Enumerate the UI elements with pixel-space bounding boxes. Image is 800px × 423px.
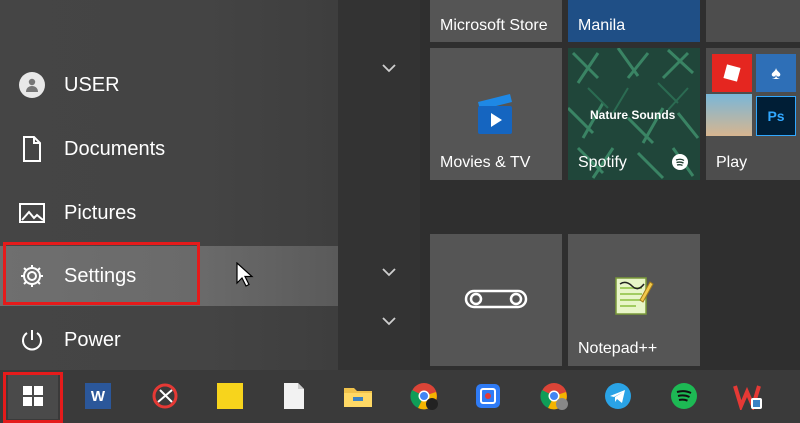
spotify-tile[interactable]: Nature Sounds Spotify	[568, 48, 700, 180]
mouse-cursor-icon	[236, 262, 254, 287]
photoshop-icon: Ps	[756, 96, 796, 136]
chrome-profile-taskbar-button[interactable]	[534, 376, 574, 416]
chrome-profile-icon	[540, 383, 568, 410]
blank-document-taskbar-button[interactable]	[274, 376, 314, 416]
snipping-tool-icon	[152, 383, 178, 409]
movies-tv-icon	[478, 94, 512, 134]
photoshop-label: Ps	[767, 108, 785, 124]
chevron-down-icon[interactable]	[382, 264, 396, 280]
movies-tv-label: Movies & TV	[440, 154, 531, 171]
unknown-app-tile[interactable]	[430, 234, 562, 366]
spotify-taskbar-button[interactable]	[664, 376, 704, 416]
start-pictures-label: Pictures	[64, 201, 137, 224]
user-avatar-icon	[18, 71, 46, 99]
solitaire-icon: ♠	[756, 54, 796, 92]
start-documents-label: Documents	[64, 137, 166, 160]
chevron-down-icon[interactable]	[382, 60, 396, 76]
movies-tv-tile[interactable]: Movies & TV	[430, 48, 562, 180]
chevron-down-icon[interactable]	[382, 313, 396, 329]
start-documents-item[interactable]: Documents	[0, 121, 338, 177]
spotify-icon	[671, 383, 697, 409]
file-explorer-icon	[344, 388, 372, 407]
word-icon: W	[85, 383, 111, 409]
play-label: Play	[716, 154, 748, 171]
power-icon	[18, 326, 46, 354]
wps-taskbar-button[interactable]	[728, 376, 768, 416]
link-chain-icon	[464, 289, 528, 309]
start-pictures-item[interactable]: Pictures	[0, 185, 338, 241]
pictures-icon	[18, 199, 46, 227]
start-highlight-box	[3, 372, 63, 423]
start-user-item[interactable]: USER	[0, 57, 338, 113]
snipping-tool-taskbar-button[interactable]	[145, 376, 185, 416]
chrome-icon	[410, 383, 438, 410]
document-icon	[18, 135, 46, 163]
weather-city-label: Manila	[578, 17, 626, 34]
start-power-label: Power	[64, 328, 121, 351]
telegram-taskbar-button[interactable]	[598, 376, 638, 416]
wps-icon	[733, 385, 762, 410]
microsoft-store-label: Microsoft Store	[440, 17, 548, 34]
chrome-taskbar-button[interactable]	[404, 376, 444, 416]
notepadpp-tile[interactable]: Notepad++	[568, 234, 700, 366]
start-power-item[interactable]: Power	[0, 312, 338, 368]
start-menu-left-pane: USER Documents Pictures Settings Power	[0, 0, 338, 370]
start-user-label: USER	[64, 73, 120, 96]
telegram-icon	[605, 383, 631, 409]
notepadpp-icon	[615, 277, 654, 315]
file-explorer-taskbar-button[interactable]	[338, 376, 378, 416]
play-tile[interactable]: ♠ Ps Play	[706, 48, 800, 180]
blank-tile[interactable]	[706, 0, 800, 42]
settings-highlight-box	[3, 242, 200, 305]
notepadpp-label: Notepad++	[578, 340, 658, 357]
game-character-icon	[706, 94, 752, 136]
spotify-logo-icon	[672, 154, 688, 170]
microsoft-store-tile[interactable]: Microsoft Store	[430, 0, 562, 42]
spotify-label: Spotify	[578, 154, 627, 171]
word-taskbar-button[interactable]: W	[78, 376, 118, 416]
screen-recorder-icon	[476, 384, 500, 408]
sticky-notes-taskbar-button[interactable]	[210, 376, 250, 416]
weather-tile[interactable]: Manila	[568, 0, 700, 42]
spotify-overlay-text: Nature Sounds	[590, 108, 676, 122]
sticky-notes-icon	[217, 383, 243, 409]
roblox-icon	[712, 54, 752, 92]
taskbar: W	[0, 370, 800, 423]
blank-document-icon	[284, 383, 304, 409]
screen-recorder-taskbar-button[interactable]	[468, 376, 508, 416]
